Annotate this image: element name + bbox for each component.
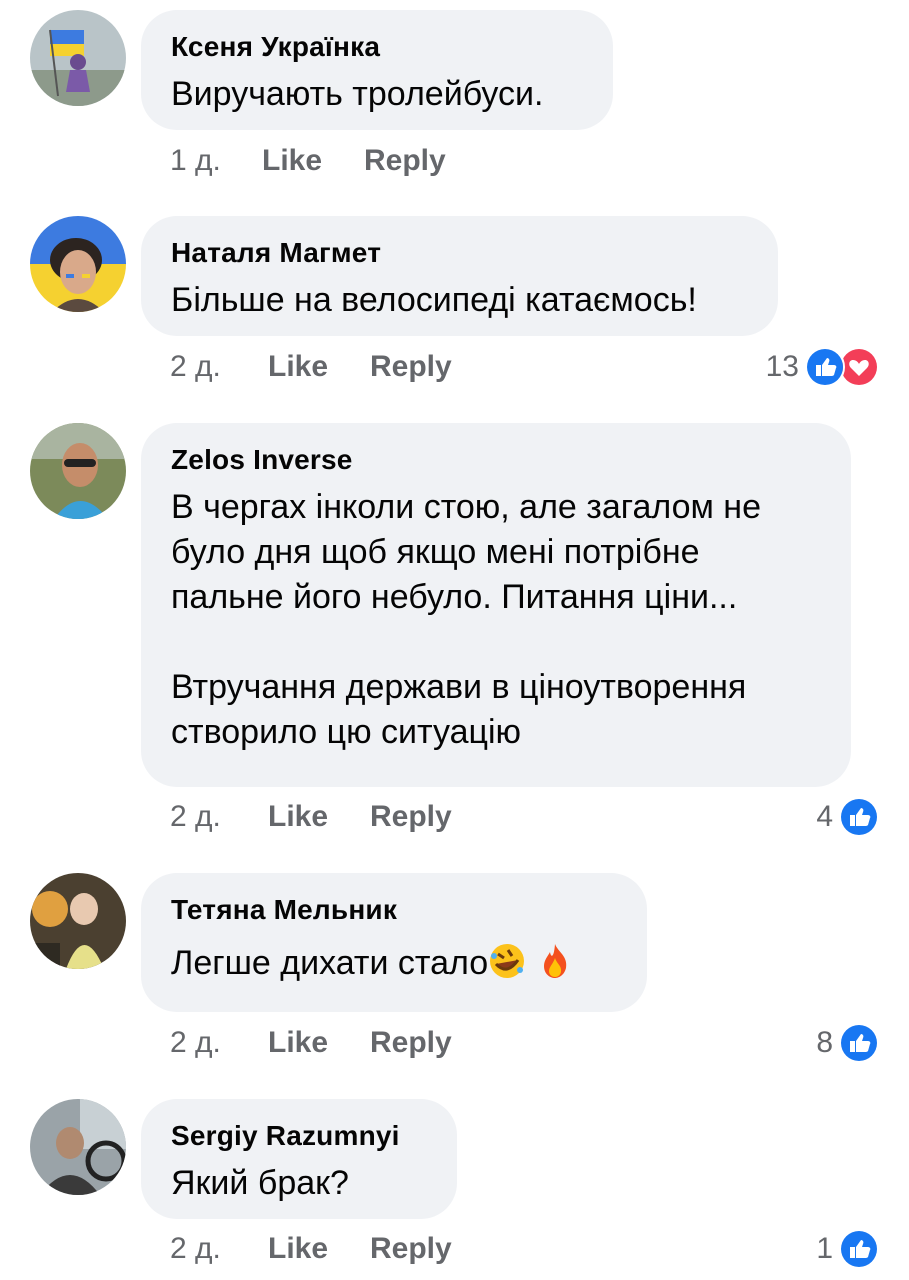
avatar[interactable] (30, 423, 126, 519)
comment-text: Легше дихати стало (171, 941, 617, 986)
reply-button[interactable]: Reply (370, 797, 452, 837)
reply-button[interactable]: Reply (370, 347, 452, 387)
comment-actions: 1 д. Like Reply (170, 141, 570, 181)
like-button[interactable]: Like (268, 347, 328, 387)
comment-text-content: Легше дихати стало (171, 944, 489, 982)
comment-bubble: Ксеня Українка Виручають тролейбуси. (141, 10, 613, 130)
reaction-count: 13 (765, 350, 799, 383)
comment-text-line: В чергах інколи стою, але загалом не (171, 488, 761, 526)
avatar[interactable] (30, 10, 126, 106)
comment-text-line: пальне його небуло. Питання ціни... (171, 578, 738, 616)
comment-timestamp[interactable]: 2 д. (170, 1229, 221, 1269)
like-reaction-icon (839, 797, 879, 837)
comment-bubble: Sergiy Razumnyi Який брак? (141, 1099, 457, 1219)
comment-actions: 2 д. Like Reply (170, 797, 570, 837)
comment-text-line: було дня щоб якщо мені потрібне (171, 533, 700, 571)
reaction-count: 1 (816, 1232, 833, 1265)
rolling-laughing-emoji-icon (488, 942, 526, 980)
comment-text-line (171, 620, 821, 665)
comment-bubble: Тетяна Мельник Легше дихати стало (141, 873, 647, 1012)
reaction-summary[interactable]: 4 (816, 797, 879, 837)
like-button[interactable]: Like (268, 1229, 328, 1269)
like-button[interactable]: Like (262, 141, 322, 181)
comment-text: Який брак? (171, 1161, 427, 1206)
reaction-summary[interactable]: 13 (766, 347, 879, 387)
comment-actions: 2 д. Like Reply (170, 347, 570, 387)
comment-text-line: Легше дихати стало (171, 941, 617, 986)
comment-timestamp[interactable]: 2 д. (170, 347, 221, 387)
reaction-summary[interactable]: 1 (816, 1229, 879, 1269)
comment-text-line: Втручання держави в ціноутворення (171, 668, 747, 706)
comment-bubble: Наталя Магмет Більше на велосипеді катає… (141, 216, 778, 336)
like-button[interactable]: Like (268, 1023, 328, 1063)
comment-text-line: створило цю ситуацію (171, 713, 522, 751)
comment-author[interactable]: Sergiy Razumnyi (171, 1119, 427, 1153)
comment-actions: 2 д. Like Reply (170, 1229, 570, 1269)
like-button[interactable]: Like (268, 797, 328, 837)
comment-text: Більше на велосипеді катаємось! (171, 278, 748, 323)
reaction-count: 8 (816, 1026, 833, 1059)
comment-text-line: Виручають тролейбуси. (171, 75, 544, 113)
comment-bubble: Zelos Inverse В чергах інколи стою, але … (141, 423, 851, 787)
comment-text-line: Який брак? (171, 1164, 349, 1202)
reaction-count: 4 (816, 800, 833, 833)
comment-text: Виручають тролейбуси. (171, 72, 583, 117)
like-reaction-icon (839, 1229, 879, 1269)
avatar[interactable] (30, 873, 126, 969)
comment-timestamp[interactable]: 1 д. (170, 141, 221, 181)
comment-actions: 2 д. Like Reply (170, 1023, 570, 1063)
avatar[interactable] (30, 1099, 126, 1195)
love-reaction-icon (839, 347, 879, 387)
reaction-summary[interactable]: 8 (816, 1023, 879, 1063)
comment-author[interactable]: Тетяна Мельник (171, 893, 617, 927)
reply-button[interactable]: Reply (364, 141, 446, 181)
fire-emoji-icon (536, 942, 574, 980)
reply-button[interactable]: Reply (370, 1229, 452, 1269)
reply-button[interactable]: Reply (370, 1023, 452, 1063)
comment-author[interactable]: Ксеня Українка (171, 30, 583, 64)
comment-author[interactable]: Наталя Магмет (171, 236, 748, 270)
comment-text: В чергах інколи стою, але загалом не бул… (171, 485, 821, 755)
comment-author[interactable]: Zelos Inverse (171, 443, 821, 477)
comment-timestamp[interactable]: 2 д. (170, 797, 221, 837)
like-reaction-icon (839, 1023, 879, 1063)
comment-text-line: Більше на велосипеді катаємось! (171, 281, 697, 319)
like-reaction-icon (805, 347, 845, 387)
avatar[interactable] (30, 216, 126, 312)
comment-timestamp[interactable]: 2 д. (170, 1023, 221, 1063)
